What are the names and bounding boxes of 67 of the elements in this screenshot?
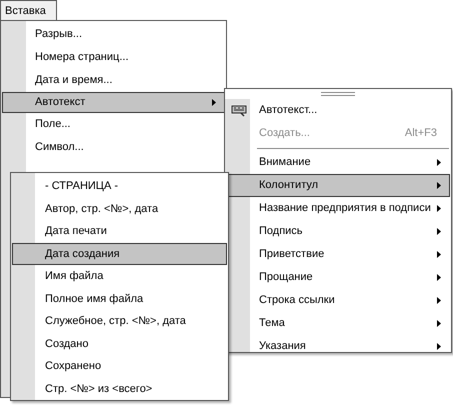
menu-item-label: Дата создания (45, 246, 120, 262)
menu-item-label: Разрыв... (35, 27, 82, 42)
submenu-arrow-icon (212, 99, 216, 106)
menu-item-label: Автотекст... (259, 103, 318, 118)
menu-item[interactable]: Строка ссылки (226, 289, 450, 312)
menu-item-label: Служебное, стр. <№>, дата (45, 314, 186, 329)
menu-item-label: Прощание (259, 270, 313, 286)
menu-item[interactable]: Автор, стр. <№>, дата (12, 198, 227, 220)
menu-item[interactable]: Создано (12, 332, 227, 355)
menu-item[interactable]: Полное имя файла (12, 288, 227, 310)
submenu-arrow-icon (437, 228, 441, 235)
menu-item-label: Название предприятия в подписи (259, 201, 431, 216)
keyboard-icon (231, 104, 247, 116)
menu-item-label: Сохранено (45, 359, 102, 374)
menu-item-label: Полное имя файла (45, 292, 144, 306)
menu-item-label: Строка ссылки (259, 293, 335, 308)
menu-item[interactable]: Символ... (2, 136, 225, 159)
menu-item[interactable]: Внимание (226, 151, 450, 174)
menu-bar-title[interactable]: Вставка (0, 0, 57, 21)
menu-item-label: Поле... (35, 117, 70, 132)
menu-item-label: Подпись (259, 224, 303, 240)
menu-item[interactable]: Дата и время... (2, 69, 225, 92)
submenu-arrow-icon (437, 159, 441, 166)
menu-item-label: Тема (259, 316, 285, 332)
menu-item[interactable]: Указания (226, 335, 450, 358)
submenu-arrow-icon (437, 297, 441, 304)
submenu-arrow-icon (437, 274, 441, 281)
submenu-arrow-icon (437, 251, 441, 258)
shortcut-label: Alt+F3 (404, 126, 437, 142)
menu-item-label: - СТРАНИЦА - (45, 179, 118, 194)
menu-item[interactable]: Колонтитул (226, 174, 450, 197)
menu-item[interactable]: Стр. <№> из <всего> (12, 378, 227, 400)
menu-item-label: Создать... (259, 126, 310, 142)
menu-item[interactable]: Служебное, стр. <№>, дата (12, 310, 227, 332)
grip-icon[interactable] (321, 92, 355, 96)
menu-item[interactable]: Тема (226, 312, 450, 335)
menu-item[interactable]: Разрыв... (2, 23, 225, 46)
menu-item-label: Символ... (35, 140, 84, 156)
menu-item[interactable]: Поле... (2, 113, 225, 136)
menu-item[interactable]: Приветствие (226, 243, 450, 266)
menu-item-label: Дата печати (45, 224, 107, 239)
menu-item[interactable]: Сохранено (12, 355, 227, 378)
menu-item-label: Автор, стр. <№>, дата (45, 202, 158, 216)
menu-item[interactable]: Имя файла (12, 265, 227, 288)
menu-item[interactable]: Дата создания (12, 242, 227, 265)
menu-item[interactable]: Название предприятия в подписи (226, 197, 450, 220)
menu-item-label: Дата и время... (35, 73, 112, 88)
menu-item-label: Стр. <№> из <всего> (45, 382, 152, 396)
menu-item[interactable]: Номера страниц... (2, 46, 225, 69)
menu-item[interactable]: - СТРАНИЦА - (12, 175, 227, 198)
submenu-arrow-icon (437, 320, 441, 327)
menu-item-label: Имя файла (45, 269, 104, 284)
menu-item[interactable]: Прощание (226, 266, 450, 289)
menu-item-label: Внимание (259, 155, 311, 170)
menu-item-label: Номера страниц... (35, 50, 128, 66)
menu-item[interactable]: Автотекст (2, 92, 225, 113)
menu-item[interactable]: Автотекст... (226, 99, 450, 122)
menu-item-label: Автотекст (35, 95, 86, 110)
menu-item-label: Колонтитул (259, 178, 318, 194)
menu-item-label: Приветствие (259, 247, 324, 262)
submenu-arrow-icon (437, 205, 441, 212)
menu-item[interactable]: Подпись (226, 220, 450, 243)
submenu-arrow-icon (437, 182, 441, 189)
menu-item-label: Указания (259, 339, 306, 354)
menu-item[interactable]: Дата печати (12, 220, 227, 242)
menu-item-label: Создано (45, 336, 88, 352)
submenu-arrow-icon (437, 343, 441, 350)
